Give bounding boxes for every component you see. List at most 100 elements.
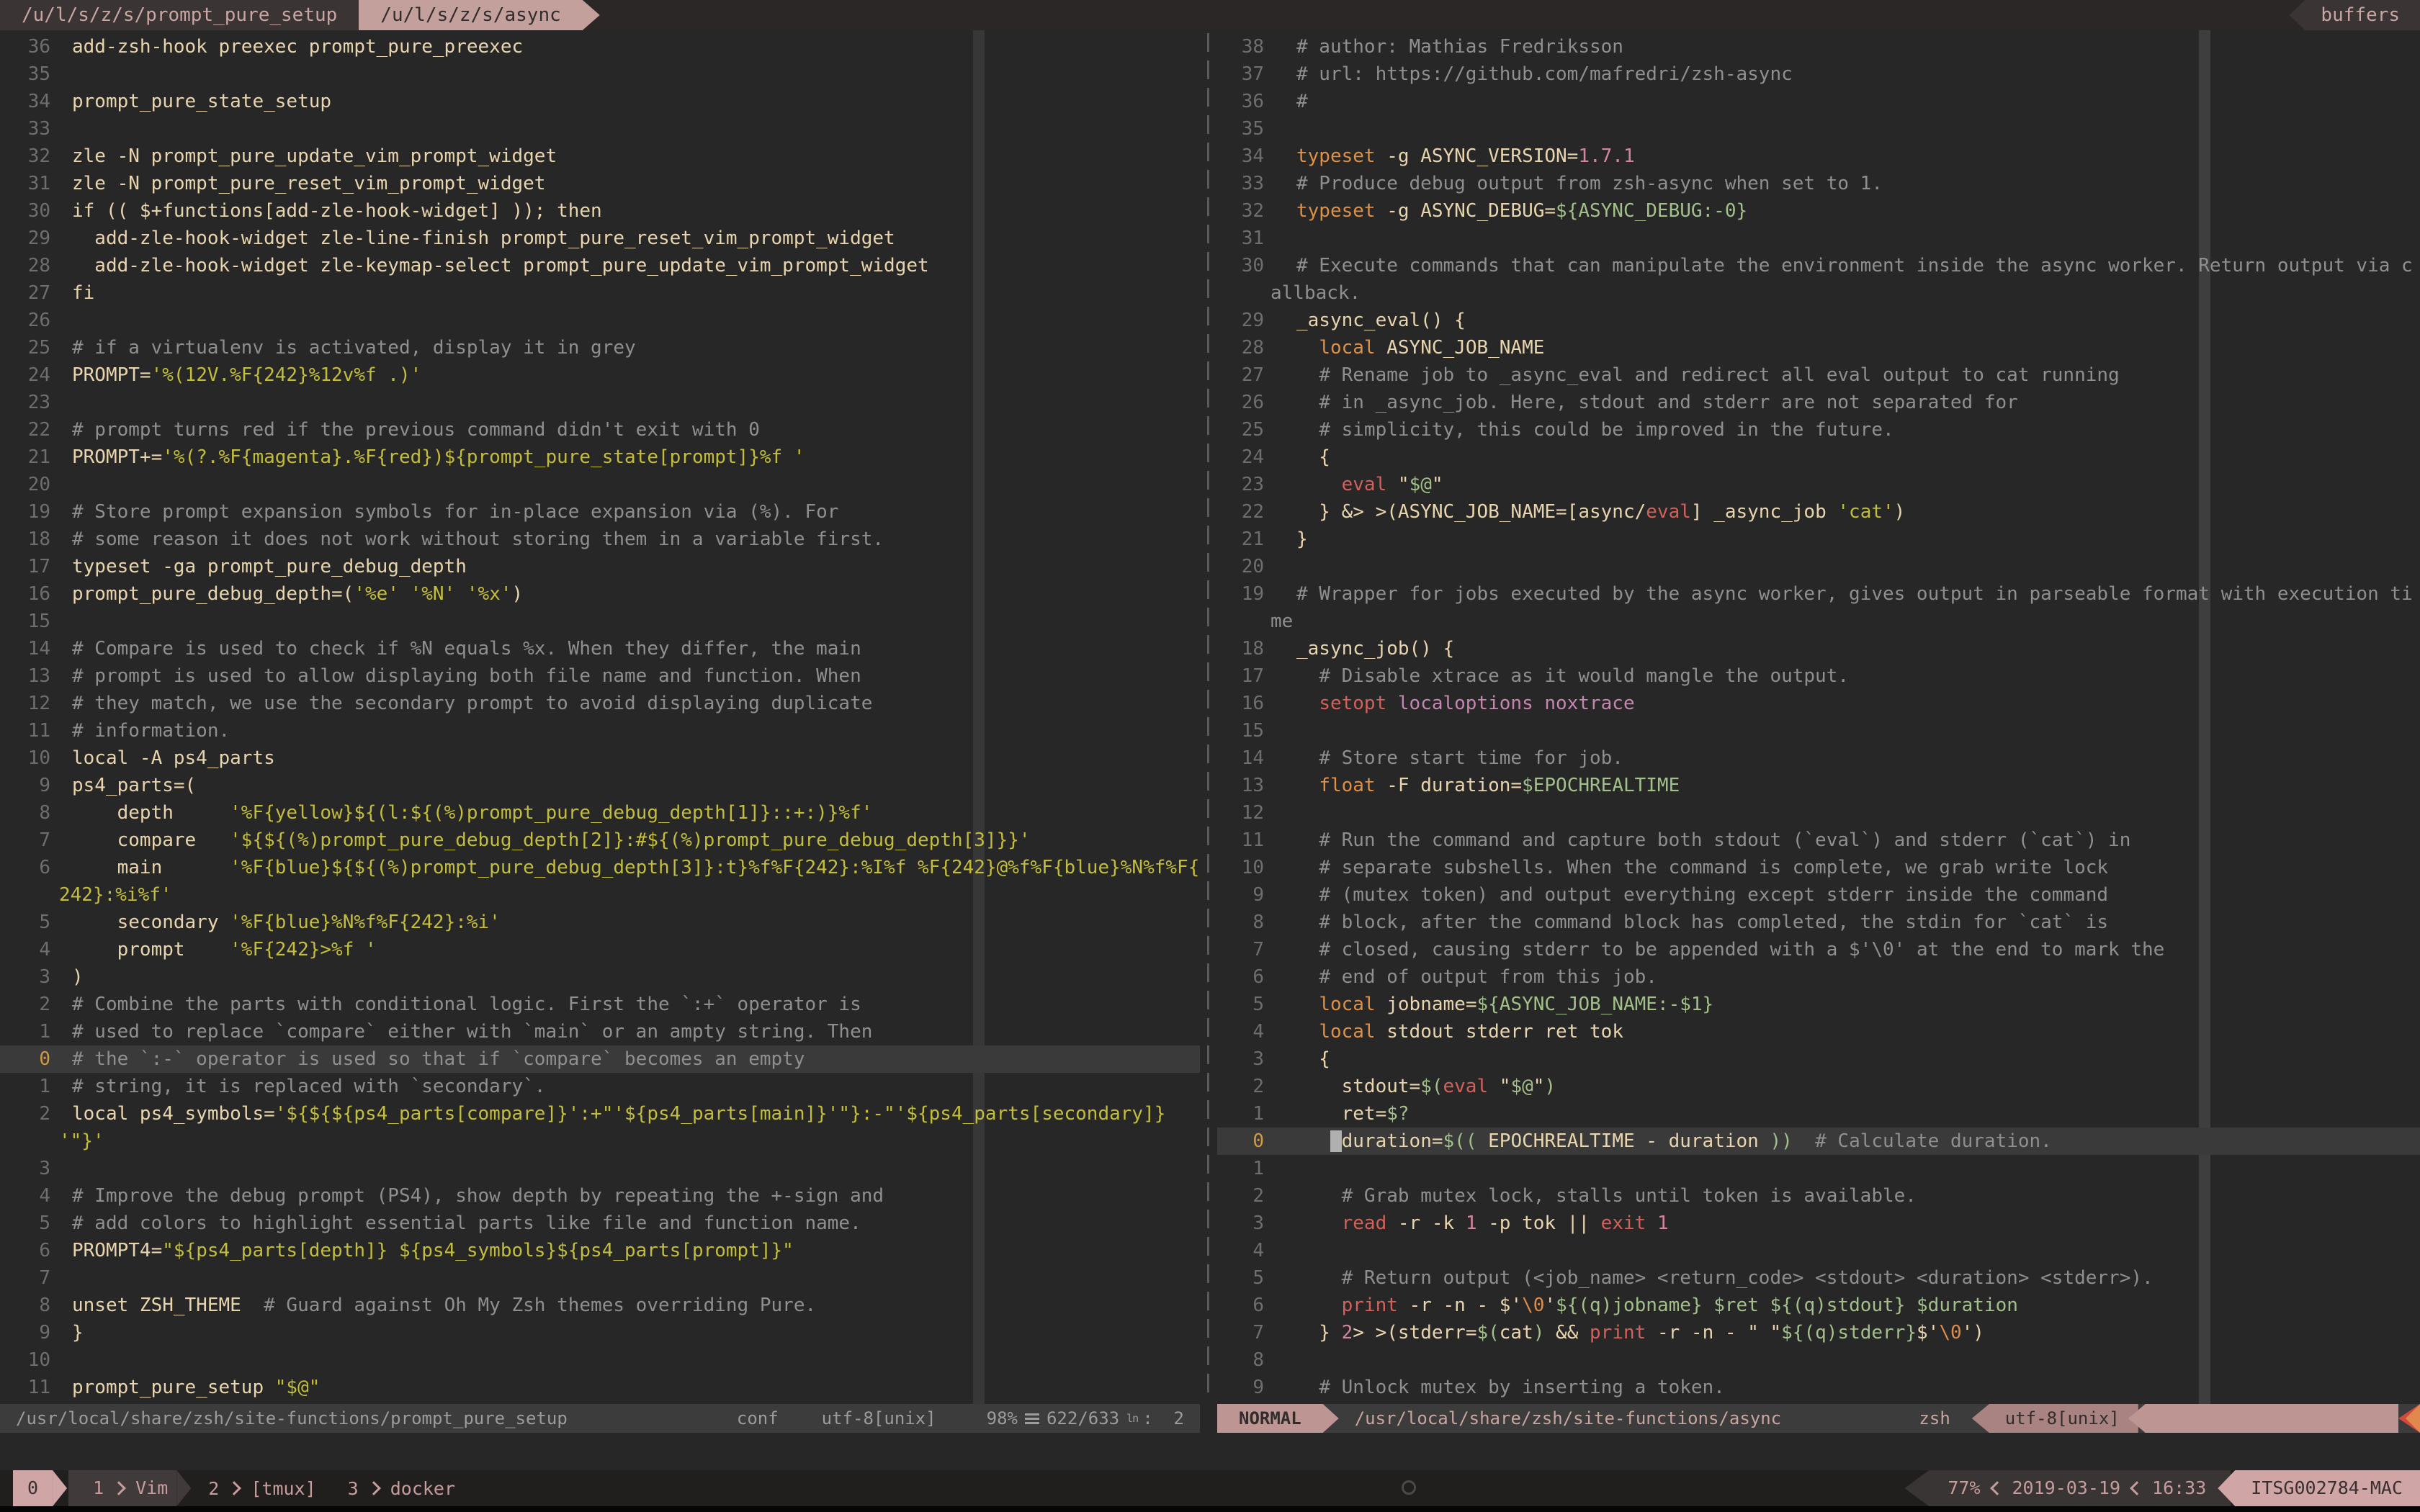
- code-line[interactable]: 18# some reason it does not work without…: [0, 526, 1200, 553]
- code-line[interactable]: 31: [1217, 225, 2420, 252]
- code-line[interactable]: 5 local jobname=${ASYNC_JOB_NAME:-$1}: [1217, 991, 2420, 1018]
- code-line[interactable]: 21PROMPT+='%(?.%F{magenta}.%F{red})${pro…: [0, 444, 1200, 471]
- code-line[interactable]: 25# if a virtualenv is activated, displa…: [0, 334, 1200, 361]
- code-line[interactable]: 20: [1217, 553, 2420, 580]
- code-line[interactable]: 10: [0, 1346, 1200, 1374]
- code-line[interactable]: 38# author: Mathias Fredriksson: [1217, 33, 2420, 60]
- code-line[interactable]: 12: [1217, 799, 2420, 827]
- code-line[interactable]: allback.: [1217, 279, 2420, 307]
- code-line[interactable]: 23 eval "$@": [1217, 471, 2420, 498]
- buffer-tab[interactable]: /u/l/s/z/s/prompt_pure_setup: [0, 0, 359, 30]
- code-line[interactable]: 28 add-zle-hook-widget zle-keymap-select…: [0, 252, 1200, 279]
- code-line[interactable]: 19# Wrapper for jobs executed by the asy…: [1217, 580, 2420, 608]
- code-line[interactable]: 7 # closed, causing stderr to be appende…: [1217, 936, 2420, 963]
- right-editor-pane[interactable]: 38# author: Mathias Fredriksson37# url: …: [1217, 30, 2420, 1404]
- code-line[interactable]: 8unset ZSH_THEME # Guard against Oh My Z…: [0, 1292, 1200, 1319]
- code-line[interactable]: 16 setopt localoptions noxtrace: [1217, 690, 2420, 717]
- code-line[interactable]: 2# Combine the parts with conditional lo…: [0, 991, 1200, 1018]
- code-line[interactable]: 1: [1217, 1155, 2420, 1182]
- tmux-window-docker[interactable]: 3docker: [348, 1478, 455, 1499]
- code-line[interactable]: 9 # Unlock mutex by inserting a token.: [1217, 1374, 2420, 1401]
- cursor-line[interactable]: 0 duration=$(( EPOCHREALTIME - duration …: [1217, 1128, 2420, 1155]
- code-line[interactable]: 15: [0, 608, 1200, 635]
- cursor-line[interactable]: 0# the `:-` operator is used so that if …: [0, 1045, 1200, 1073]
- code-line[interactable]: 36#: [1217, 88, 2420, 115]
- code-line[interactable]: me: [1217, 608, 2420, 635]
- code-line[interactable]: 29 add-zle-hook-widget zle-line-finish p…: [0, 225, 1200, 252]
- code-line[interactable]: 28 local ASYNC_JOB_NAME: [1217, 334, 2420, 361]
- code-line[interactable]: 15: [1217, 717, 2420, 744]
- code-line[interactable]: 32typeset -g ASYNC_DEBUG=${ASYNC_DEBUG:-…: [1217, 197, 2420, 225]
- code-line[interactable]: 32zle -N prompt_pure_update_vim_prompt_w…: [0, 143, 1200, 170]
- code-line[interactable]: 8: [1217, 1346, 2420, 1374]
- code-line[interactable]: 18_async_job() {: [1217, 635, 2420, 662]
- tmux-window-vim[interactable]: 1Vim: [68, 1470, 176, 1506]
- code-line[interactable]: 20: [0, 471, 1200, 498]
- code-line[interactable]: 24PROMPT='%(12V.%F{242}%12v%f .)': [0, 361, 1200, 389]
- code-line[interactable]: 1# used to replace `compare` either with…: [0, 1018, 1200, 1045]
- code-line[interactable]: 4: [1217, 1237, 2420, 1264]
- code-line[interactable]: 27 # Rename job to _async_eval and redir…: [1217, 361, 2420, 389]
- code-line[interactable]: 8 depth '%F{yellow}${(l:${(%)prompt_pure…: [0, 799, 1200, 827]
- code-line[interactable]: 5# add colors to highlight essential par…: [0, 1210, 1200, 1237]
- code-line[interactable]: 3 {: [1217, 1045, 2420, 1073]
- tmux-session-index[interactable]: 0: [13, 1470, 53, 1506]
- code-line[interactable]: 9}: [0, 1319, 1200, 1346]
- code-line[interactable]: 33# Produce debug output from zsh-async …: [1217, 170, 2420, 197]
- code-line[interactable]: 19# Store prompt expansion symbols for i…: [0, 498, 1200, 526]
- code-line[interactable]: 33: [0, 115, 1200, 143]
- code-line[interactable]: 6 # end of output from this job.: [1217, 963, 2420, 991]
- code-line[interactable]: 3: [0, 1155, 1200, 1182]
- code-line[interactable]: 26: [0, 307, 1200, 334]
- code-line[interactable]: 5 secondary '%F{blue}%N%f%F{242}:%i': [0, 909, 1200, 936]
- code-line[interactable]: 22 } &> >(ASYNC_JOB_NAME=[async/eval] _a…: [1217, 498, 2420, 526]
- left-editor-pane[interactable]: 36add-zsh-hook preexec prompt_pure_preex…: [0, 30, 1200, 1404]
- code-line[interactable]: 8 # block, after the command block has c…: [1217, 909, 2420, 936]
- code-line[interactable]: 22# prompt turns red if the previous com…: [0, 416, 1200, 444]
- code-line[interactable]: 21}: [1217, 526, 2420, 553]
- code-line[interactable]: 30if (( $+functions[add-zle-hook-widget]…: [0, 197, 1200, 225]
- code-line[interactable]: 11# information.: [0, 717, 1200, 744]
- window-separator[interactable]: [1207, 33, 1209, 1401]
- code-line[interactable]: 17 # Disable xtrace as it would mangle t…: [1217, 662, 2420, 690]
- code-line[interactable]: 14# Compare is used to check if %N equal…: [0, 635, 1200, 662]
- code-line[interactable]: 7 } 2> >(stderr=$(cat) && print -r -n - …: [1217, 1319, 2420, 1346]
- code-line[interactable]: 23: [0, 389, 1200, 416]
- code-line[interactable]: 12# they match, we use the secondary pro…: [0, 690, 1200, 717]
- code-line[interactable]: 31zle -N prompt_pure_reset_vim_prompt_wi…: [0, 170, 1200, 197]
- tmux-window-tmux[interactable]: 2[tmux]: [208, 1478, 315, 1499]
- code-line[interactable]: 36add-zsh-hook preexec prompt_pure_preex…: [0, 33, 1200, 60]
- code-line[interactable]: 7 compare '${${(%)prompt_pure_debug_dept…: [0, 827, 1200, 854]
- code-line[interactable]: 4 local stdout stderr ret tok: [1217, 1018, 2420, 1045]
- code-line[interactable]: 17typeset -ga prompt_pure_debug_depth: [0, 553, 1200, 580]
- code-line[interactable]: 14 # Store start time for job.: [1217, 744, 2420, 772]
- code-line[interactable]: 9ps4_parts=(: [0, 772, 1200, 799]
- code-line[interactable]: 3): [0, 963, 1200, 991]
- code-line[interactable]: 11 # Run the command and capture both st…: [1217, 827, 2420, 854]
- code-line[interactable]: 35: [0, 60, 1200, 88]
- code-line[interactable]: 6PROMPT4="${ps4_parts[depth]} ${ps4_symb…: [0, 1237, 1200, 1264]
- code-line[interactable]: 34typeset -g ASYNC_VERSION=1.7.1: [1217, 143, 2420, 170]
- code-line[interactable]: 10 # separate subshells. When the comman…: [1217, 854, 2420, 881]
- code-line[interactable]: 2 # Grab mutex lock, stalls until token …: [1217, 1182, 2420, 1210]
- buffer-tab[interactable]: /u/l/s/z/s/async: [359, 0, 582, 30]
- code-line[interactable]: 6 print -r -n - $'\0'${(q)jobname} $ret …: [1217, 1292, 2420, 1319]
- code-line[interactable]: 27fi: [0, 279, 1200, 307]
- code-line[interactable]: 242}:%i%f': [0, 881, 1200, 909]
- code-line[interactable]: 13 float -F duration=$EPOCHREALTIME: [1217, 772, 2420, 799]
- code-line[interactable]: 13# prompt is used to allow displaying b…: [0, 662, 1200, 690]
- code-line[interactable]: 9 # (mutex token) and output everything …: [1217, 881, 2420, 909]
- code-line[interactable]: 1 ret=$?: [1217, 1100, 2420, 1128]
- code-line[interactable]: 1# string, it is replaced with `secondar…: [0, 1073, 1200, 1100]
- code-line[interactable]: 35: [1217, 115, 2420, 143]
- code-line[interactable]: 30# Execute commands that can manipulate…: [1217, 252, 2420, 279]
- code-line[interactable]: '"}': [0, 1128, 1200, 1155]
- code-line[interactable]: 3 read -r -k 1 -p tok || exit 1: [1217, 1210, 2420, 1237]
- code-line[interactable]: 24 {: [1217, 444, 2420, 471]
- code-line[interactable]: 5 # Return output (<job_name> <return_co…: [1217, 1264, 2420, 1292]
- code-line[interactable]: 29_async_eval() {: [1217, 307, 2420, 334]
- code-line[interactable]: 26 # in _async_job. Here, stdout and std…: [1217, 389, 2420, 416]
- code-line[interactable]: 25 # simplicity, this could be improved …: [1217, 416, 2420, 444]
- code-line[interactable]: 2local ps4_symbols='${${${ps4_parts[comp…: [0, 1100, 1200, 1128]
- code-line[interactable]: 7: [0, 1264, 1200, 1292]
